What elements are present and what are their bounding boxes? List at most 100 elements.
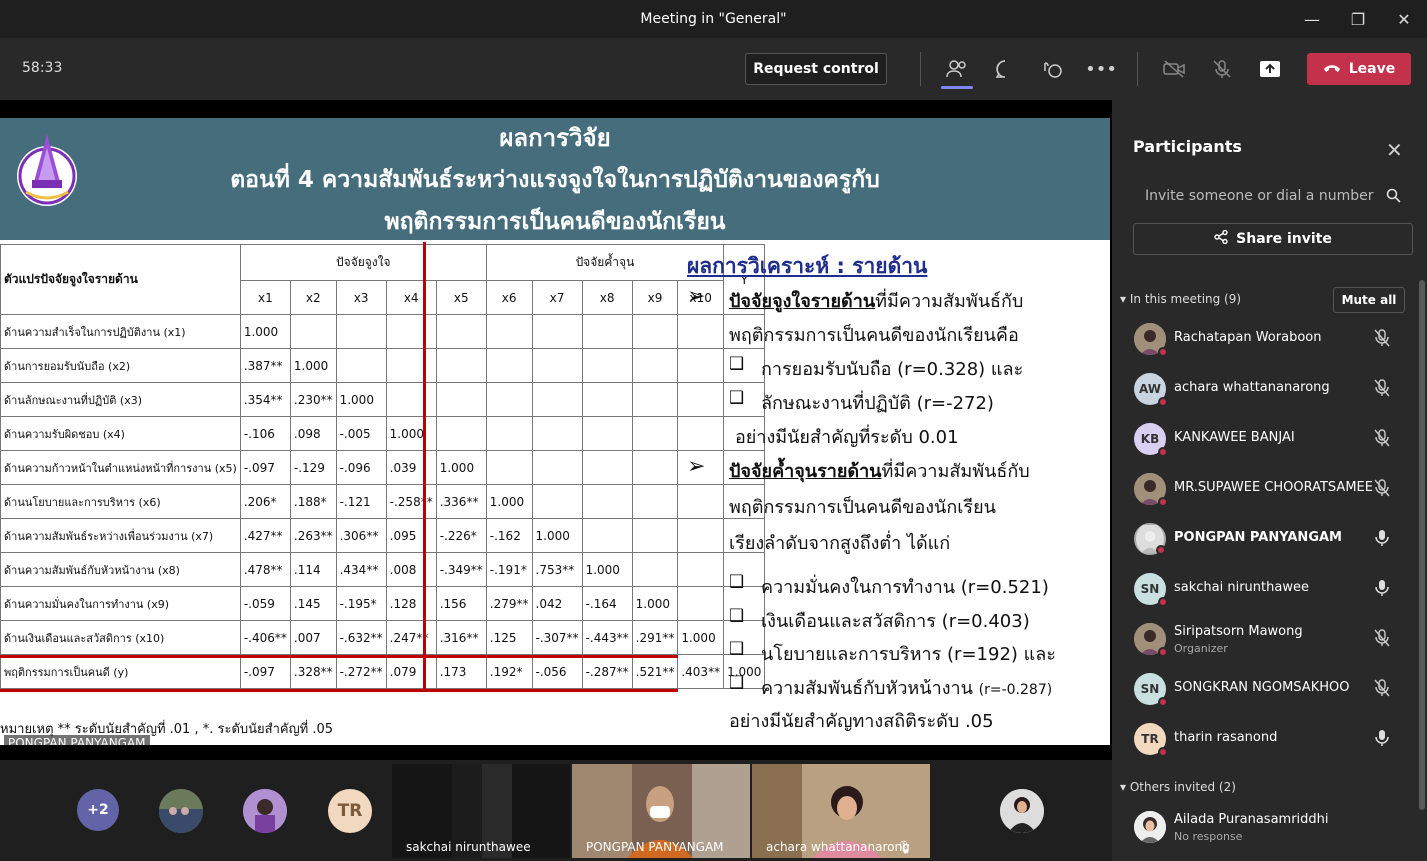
search-icon[interactable] — [1386, 188, 1401, 207]
table-cell: .427** — [239, 518, 291, 553]
table-cell: -.129 — [289, 450, 337, 485]
presence-status-icon — [1158, 597, 1168, 607]
row-label: ด้านความสัมพันธ์กับหัวหน้างาน (x8) — [0, 552, 241, 587]
share-icon — [1214, 229, 1228, 248]
table-cell — [485, 314, 533, 349]
divider-horizontal-top — [0, 655, 678, 658]
table-cell — [485, 450, 533, 485]
participant-row[interactable]: MR.SUPAWEE CHOORATSAMEE — [1112, 464, 1412, 514]
avatar[interactable] — [1000, 789, 1044, 833]
video-thumbnail[interactable]: achara whattananarong 🎙 — [752, 764, 930, 858]
people-active-indicator — [941, 86, 973, 89]
leave-button[interactable]: Leave — [1307, 53, 1411, 85]
video-thumbnail-name: sakchai nirunthawee — [406, 840, 531, 854]
participant-row[interactable]: Rachatapan Woraboon — [1112, 314, 1412, 364]
participant-row[interactable]: PONGPAN PANYANGAM — [1112, 514, 1412, 564]
close-panel-icon[interactable]: ✕ — [1386, 138, 1403, 162]
checkbox-bullet-icon: ❑ — [729, 572, 745, 592]
table-cell: 1.000 — [289, 348, 337, 383]
video-thumbnail[interactable]: sakchai nirunthawee — [392, 764, 570, 858]
request-control-button[interactable]: Request control — [745, 53, 887, 85]
share-invite-button[interactable]: Share invite — [1133, 223, 1413, 255]
table-cell — [631, 552, 679, 587]
participant-row[interactable]: KB KANKAWEE BANJAI — [1112, 414, 1412, 464]
table-cell — [631, 484, 679, 519]
avatar: SN — [1134, 673, 1168, 707]
mic-icon[interactable] — [1374, 729, 1390, 751]
avatar[interactable]: TR — [328, 789, 372, 833]
share-screen-icon[interactable] — [1257, 56, 1283, 82]
maximize-icon[interactable]: ❐ — [1335, 0, 1381, 38]
participant-row[interactable]: TR tharin rasanond — [1112, 714, 1412, 764]
people-icon[interactable] — [944, 56, 970, 82]
table-cell — [631, 416, 679, 451]
avatar[interactable] — [243, 789, 287, 833]
avatar-initials: KB — [1140, 432, 1160, 446]
point1-bullet1: การยอมรับนับถือ (r=0.328) และ — [761, 359, 1024, 380]
table-cell — [677, 586, 725, 621]
close-window-icon[interactable]: ✕ — [1381, 0, 1427, 38]
invite-input[interactable] — [1133, 180, 1413, 212]
mic-off-icon[interactable] — [1374, 679, 1390, 701]
mute-all-button[interactable]: Mute all — [1333, 287, 1405, 313]
mic-icon[interactable] — [1374, 579, 1390, 601]
more-options-icon[interactable]: ••• — [1085, 56, 1117, 82]
table-cell: .125 — [485, 620, 533, 655]
table-cell: 1.000 — [631, 586, 679, 621]
minimize-icon[interactable]: — — [1289, 0, 1335, 38]
point2-bullet1: ความมั่นคงในการทำงาน (r=0.521) — [761, 577, 1049, 598]
table-cell: -.005 — [335, 416, 387, 451]
point1-heading: ปัจจัยจูงใจรายด้าน — [729, 291, 876, 312]
chat-icon[interactable] — [992, 56, 1018, 82]
reactions-icon[interactable] — [1039, 56, 1065, 82]
avatar[interactable] — [159, 789, 203, 833]
mic-off-icon[interactable] — [1374, 329, 1390, 351]
table-cell: .206* — [239, 484, 291, 519]
table-cell — [631, 450, 679, 485]
mic-off-icon[interactable] — [1374, 629, 1390, 651]
presence-status-icon — [1158, 497, 1168, 507]
participant-row[interactable]: SN sakchai nirunthawee — [1112, 564, 1412, 614]
presence-status-icon — [1158, 447, 1168, 457]
table-cell: .042 — [531, 586, 583, 621]
mic-off-icon[interactable] — [1374, 429, 1390, 451]
others-invited-section-header[interactable]: ▾ Others invited (2) — [1120, 780, 1236, 794]
participant-name: achara whattananarong — [1174, 380, 1330, 395]
table-cell: 1.000 — [385, 416, 437, 451]
mic-off-icon[interactable] — [1374, 479, 1390, 501]
presence-status-icon — [1158, 347, 1168, 357]
checkbox-bullet-icon: ❑ — [729, 606, 745, 626]
avatar: TR — [1134, 723, 1168, 757]
video-thumbnail-name: achara whattananarong — [766, 840, 910, 854]
participant-row[interactable]: AW achara whattananarong — [1112, 364, 1412, 414]
table-cell: -.226* — [435, 518, 487, 553]
video-thumbnail[interactable]: PONGPAN PANYANGAM — [572, 764, 750, 858]
chevron-down-icon: ▾ — [1120, 780, 1127, 794]
in-meeting-count: In this meeting (9) — [1129, 292, 1242, 306]
mic-off-icon[interactable] — [1374, 379, 1390, 401]
table-cell: .095 — [385, 518, 437, 553]
row-label: ด้านการยอมรับนับถือ (x2) — [0, 348, 241, 383]
more-participants-badge[interactable]: +2 — [77, 789, 119, 831]
invited-row[interactable]: Ailada Puranasamriddhi No response — [1112, 802, 1412, 852]
table-corner-header: ตัวแปรปัจจัยจูงใจรายด้าน — [0, 244, 241, 315]
avatar — [1134, 323, 1168, 357]
mic-icon[interactable] — [1374, 529, 1390, 551]
panel-scrollbar[interactable] — [1419, 280, 1425, 810]
participant-row[interactable]: Siripatsorn Mawong Organizer — [1112, 614, 1412, 664]
table-cell: 1.000 — [531, 518, 583, 553]
point2-bullet2: เงินเดือนและสวัสดิการ (r=0.403) — [761, 611, 1030, 632]
participant-name: SONGKRAN NGOMSAKHOO — [1174, 680, 1350, 695]
table-cell — [289, 314, 337, 349]
presence-status-icon — [1158, 747, 1168, 757]
table-cell: .403** — [677, 654, 725, 689]
table-cell — [531, 450, 583, 485]
camera-off-icon[interactable] — [1161, 56, 1187, 82]
point2-rest: ที่มีความสัมพันธ์กับ — [881, 461, 1030, 482]
table-cell — [631, 518, 679, 553]
participant-name: PONGPAN PANYANGAM — [1174, 530, 1342, 545]
participant-row[interactable]: SN SONGKRAN NGOMSAKHOO — [1112, 664, 1412, 714]
mic-off-icon[interactable] — [1209, 56, 1235, 82]
table-cell — [435, 314, 487, 349]
in-meeting-section-header[interactable]: ▾ In this meeting (9) — [1120, 292, 1241, 306]
